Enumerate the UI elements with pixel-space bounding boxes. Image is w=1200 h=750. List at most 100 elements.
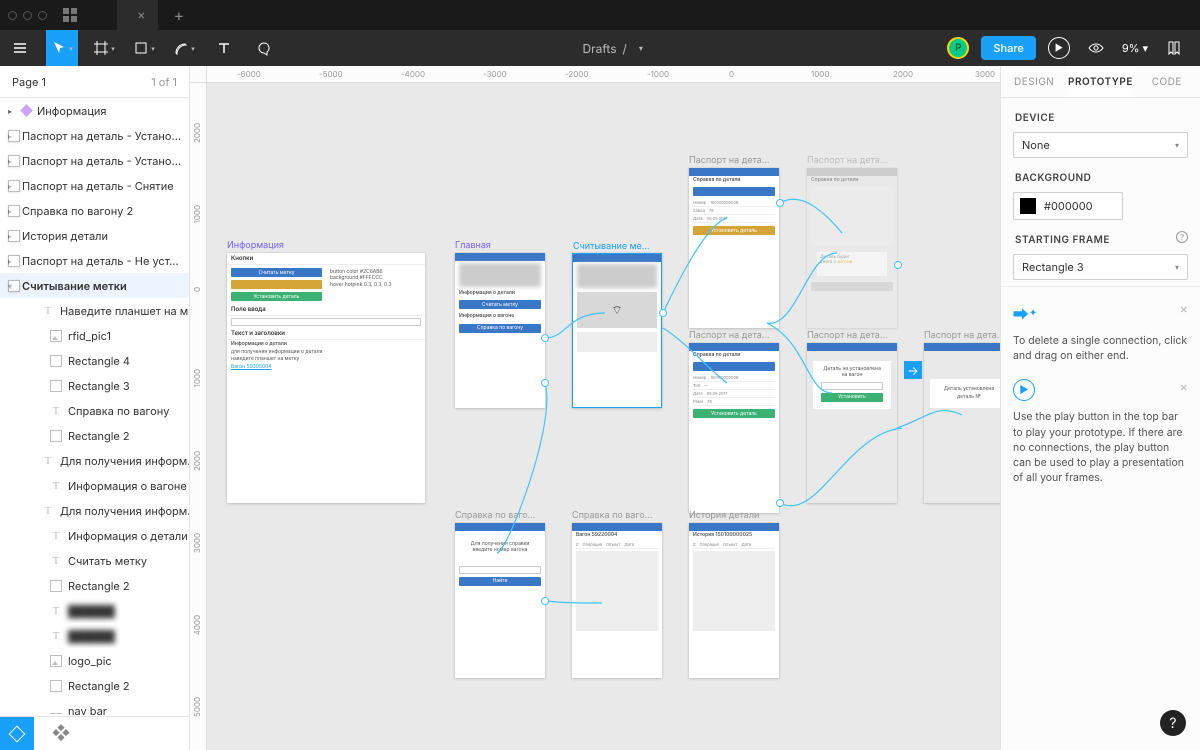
layer-row[interactable]: nav bar xyxy=(0,698,189,716)
menu-icon[interactable] xyxy=(6,34,34,62)
frame-scan[interactable]: Считывание ме... ⌔ xyxy=(572,253,662,408)
text-tool-icon[interactable] xyxy=(210,34,238,62)
frame-passport-2[interactable]: Паспорт на дета... Справка по детали Ном… xyxy=(689,343,779,513)
zoom-select[interactable]: 9%▾ xyxy=(1122,41,1148,55)
help-button[interactable]: ? xyxy=(1160,710,1186,736)
layer-row[interactable]: TИнформация о вагоне xyxy=(0,473,189,498)
layer-row[interactable]: TИнформация о детали xyxy=(0,523,189,548)
layer-row[interactable]: TСправка по вагону xyxy=(0,398,189,423)
frame-passport-1[interactable]: Паспорт на дета... Справка по детали Ном… xyxy=(689,168,779,328)
frame-wagon-2[interactable]: Справка по ваго... Вагон 59220004 #Опера… xyxy=(572,523,662,678)
layer-row[interactable]: Rectangle 2 xyxy=(0,423,189,448)
background-color-input[interactable]: #000000 xyxy=(1013,192,1123,220)
text-icon: T xyxy=(42,305,54,317)
chevron-down-icon[interactable]: ▾ xyxy=(639,43,643,53)
traffic-lights xyxy=(8,11,47,20)
connection-tip-icon: ⮕✦ xyxy=(1013,301,1037,325)
canvas[interactable]: -6000-5000-4000-3000-2000-10000100020003… xyxy=(190,66,1000,750)
frame-tool-icon[interactable]: ▾ xyxy=(90,34,118,62)
frame-icon xyxy=(8,230,20,242)
info-icon[interactable]: ? xyxy=(1176,231,1188,243)
layer-row[interactable]: Rectangle 3 xyxy=(0,373,189,398)
new-tab-button[interactable]: + xyxy=(166,5,193,25)
text-icon: T xyxy=(50,405,62,417)
bookmark-icon[interactable] xyxy=(1160,34,1188,62)
layer-row[interactable]: logo_pic xyxy=(0,648,189,673)
connection-node[interactable] xyxy=(541,379,549,387)
layer-row[interactable]: TСчитать метку xyxy=(0,548,189,573)
starting-frame-select[interactable]: Rectangle 3▾ xyxy=(1013,254,1188,280)
frame-icon xyxy=(8,255,20,267)
tab-code[interactable]: CODE xyxy=(1134,66,1200,97)
connection-node[interactable] xyxy=(541,334,549,342)
layer-row[interactable]: Rectangle 2 xyxy=(0,673,189,698)
share-button[interactable]: Share xyxy=(981,36,1035,60)
layer-label: logo_pic xyxy=(68,654,112,668)
frame-main[interactable]: Главная Информация о детали Считать метк… xyxy=(455,253,545,408)
layer-row[interactable]: ▸Справка по вагону 2 xyxy=(0,198,189,223)
color-swatch[interactable] xyxy=(1020,198,1036,214)
layer-row[interactable]: ▸Паспорт на деталь - Устано... xyxy=(0,148,189,173)
layer-label: ██████ xyxy=(68,629,115,643)
app-grid-icon[interactable] xyxy=(63,8,77,22)
layer-row[interactable]: ▸Паспорт на деталь - Снятие xyxy=(0,173,189,198)
layer-label: Rectangle 4 xyxy=(68,354,130,368)
layer-row[interactable]: TДля получения информ... xyxy=(0,448,189,473)
max-dot-icon[interactable] xyxy=(38,11,47,20)
assets-tab-icon[interactable] xyxy=(44,717,78,750)
layer-row[interactable]: T██████ xyxy=(0,598,189,623)
layer-label: Паспорт на деталь - Не уст... xyxy=(22,254,179,268)
connection-node[interactable] xyxy=(894,261,902,269)
frame-passport-1b[interactable]: Паспорт на дета... Справка по детали Дет… xyxy=(807,168,897,328)
close-dot-icon[interactable] xyxy=(8,11,17,20)
layer-row[interactable]: rfid_pic1 xyxy=(0,323,189,348)
connection-node[interactable] xyxy=(776,199,784,207)
layer-row[interactable]: ▸История детали xyxy=(0,223,189,248)
shape-tool-icon[interactable]: ▾ xyxy=(130,34,158,62)
connection-node[interactable] xyxy=(659,309,667,317)
frame-wagon-1[interactable]: Справка по ваго... Для получения справки… xyxy=(455,523,545,678)
dismiss-tip-icon[interactable]: × xyxy=(1179,301,1188,317)
layer-row[interactable]: TНаведите планшет на м... xyxy=(0,298,189,323)
breadcrumb-root[interactable]: Drafts xyxy=(582,41,616,56)
play-icon[interactable]: ▶ xyxy=(1048,37,1070,59)
connection-node[interactable] xyxy=(541,597,549,605)
chevron-down-icon[interactable]: ▾ xyxy=(69,44,73,53)
layer-row[interactable]: ▸Паспорт на деталь - Устано... xyxy=(0,123,189,148)
tab-design[interactable]: DESIGN xyxy=(1001,66,1067,97)
comment-tool-icon[interactable] xyxy=(250,34,278,62)
pen-tool-icon[interactable]: ▾ xyxy=(170,34,198,62)
move-tool-icon[interactable]: ▾ xyxy=(46,30,78,66)
layer-row[interactable]: ▾Считывание метки xyxy=(0,273,189,298)
avatar[interactable]: P xyxy=(947,37,969,59)
layer-row[interactable]: Rectangle 2 xyxy=(0,573,189,598)
text-icon: T xyxy=(50,555,62,567)
layer-row[interactable]: ▸Паспорт на деталь - Не уст... xyxy=(0,248,189,273)
page-counter: 1 of 1 xyxy=(151,75,177,89)
frame-info[interactable]: Информация Кнопки Считать метку Установи… xyxy=(227,253,425,503)
frame-passport-3[interactable]: Паспорт на дета... Деталь не установлена… xyxy=(807,343,897,503)
layer-row[interactable]: ▸Информация xyxy=(0,98,189,123)
os-tab[interactable] xyxy=(85,0,109,30)
frame-history[interactable]: История детали История 150100000025 #Опе… xyxy=(689,523,779,678)
pages-header[interactable]: Page 1 1 of 1 xyxy=(0,66,189,98)
tab-prototype[interactable]: PROTOTYPE xyxy=(1067,66,1133,97)
close-tab-icon[interactable]: × xyxy=(137,7,146,23)
layers-tab-icon[interactable] xyxy=(0,717,34,750)
os-tab-active[interactable]: × xyxy=(117,0,158,30)
text-icon: T xyxy=(50,605,62,617)
layer-row[interactable]: TДля получения информ... xyxy=(0,498,189,523)
frame-passport-4[interactable]: Паспорт на дета... Деталь установлена де… xyxy=(924,343,1000,503)
tip-row: ▶ × xyxy=(1001,371,1200,409)
dismiss-tip-icon[interactable]: × xyxy=(1179,379,1188,395)
layer-row[interactable]: T██████ xyxy=(0,623,189,648)
breadcrumb[interactable]: Drafts/ ▾ xyxy=(278,41,947,56)
min-dot-icon[interactable] xyxy=(23,11,32,20)
layer-label: Информация о вагоне xyxy=(68,479,187,493)
device-select[interactable]: None▾ xyxy=(1013,132,1188,158)
properties-tabs: DESIGN PROTOTYPE CODE xyxy=(1001,66,1200,98)
connection-node[interactable] xyxy=(776,499,784,507)
view-icon[interactable] xyxy=(1082,34,1110,62)
prototype-arrow-icon[interactable]: → xyxy=(904,361,922,379)
layer-row[interactable]: Rectangle 4 xyxy=(0,348,189,373)
